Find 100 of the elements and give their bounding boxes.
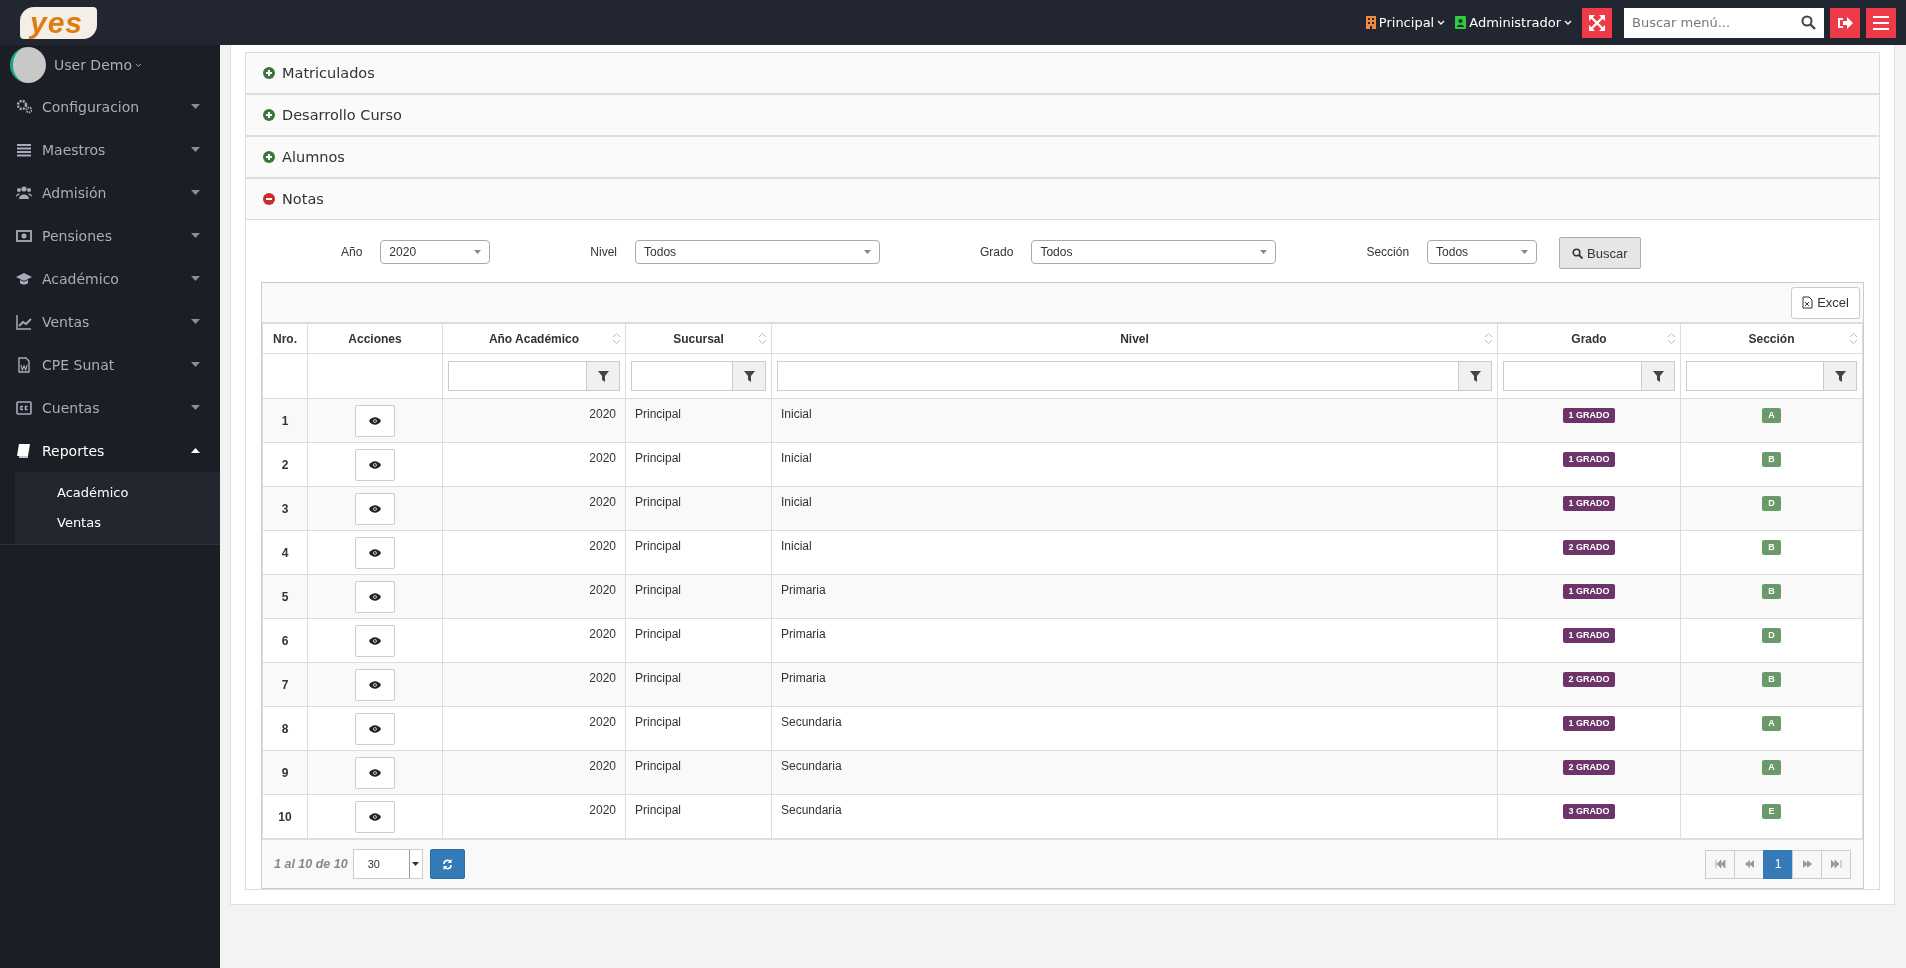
branch-dropdown[interactable]: Principal: [1365, 15, 1446, 30]
view-button[interactable]: [355, 536, 395, 569]
view-button[interactable]: [355, 492, 395, 525]
sidebar-item[interactable]: CPE Sunat: [0, 343, 220, 386]
refresh-button[interactable]: [429, 849, 465, 879]
list-icon: [16, 141, 32, 158]
grade-badge: 2 GRADO: [1563, 540, 1615, 555]
submenu-item[interactable]: Académico: [15, 478, 220, 508]
accordion-header[interactable]: Desarrollo Curso: [246, 95, 1879, 136]
column-filter-field[interactable]: [1686, 361, 1823, 391]
sidebar-item[interactable]: Maestros: [0, 128, 220, 171]
sort-icon: [758, 332, 767, 345]
role-dropdown[interactable]: Administrador: [1455, 15, 1572, 30]
caret-down-icon: [412, 862, 420, 866]
table-cell: Principal: [635, 803, 682, 817]
accordion-header[interactable]: Matriculados: [246, 53, 1879, 94]
page-size-select[interactable]: 30: [352, 849, 423, 879]
filter-label: Nivel: [590, 245, 618, 259]
table-cell: Inicial: [781, 451, 812, 465]
filter-select[interactable]: 2020: [380, 240, 491, 264]
filter-select[interactable]: Todos: [1427, 240, 1538, 264]
table-cell: Principal: [635, 759, 682, 773]
graduation-cap-icon: [16, 270, 32, 287]
table-cell: 2020: [589, 715, 616, 729]
caret-down-icon: [191, 319, 200, 324]
first-page-icon: [1714, 860, 1726, 868]
eye-icon: [369, 504, 381, 513]
grade-badge: 3 GRADO: [1563, 804, 1615, 819]
sidebar-item[interactable]: Admisión: [0, 171, 220, 214]
sidebar-item[interactable]: Configuracion: [0, 85, 220, 128]
view-button[interactable]: [355, 580, 395, 613]
eye-icon: [369, 680, 381, 689]
sidebar-item[interactable]: Ventas: [0, 300, 220, 343]
column-filter-field[interactable]: [448, 361, 586, 391]
filter-button[interactable]: [1641, 361, 1675, 391]
column-filter-field[interactable]: [631, 361, 732, 391]
previous-page-button[interactable]: [1734, 849, 1764, 879]
sort-icon: [612, 332, 621, 345]
sidebar-item[interactable]: Pensiones: [0, 214, 220, 257]
view-button[interactable]: [355, 668, 395, 701]
table-cell: Principal: [635, 407, 682, 421]
filter-label: Grado: [980, 245, 1014, 259]
table-cell: 2020: [589, 495, 616, 509]
eye-icon: [369, 460, 381, 469]
banknote-icon: [16, 227, 32, 244]
column-filter-field[interactable]: [1503, 361, 1641, 391]
excel-export-button[interactable]: Excel: [1791, 286, 1860, 319]
search-button[interactable]: Buscar: [1559, 237, 1641, 269]
grade-badge: 2 GRADO: [1563, 672, 1615, 687]
last-page-button[interactable]: [1821, 849, 1851, 879]
view-button[interactable]: [355, 624, 395, 657]
caret-down-icon: [191, 147, 200, 152]
table-cell: Principal: [635, 715, 682, 729]
sidebar-item[interactable]: Cuentas: [0, 386, 220, 429]
accordion-header[interactable]: Notas: [246, 179, 1879, 220]
chevron-down-icon: [134, 62, 142, 68]
row-number: 7: [281, 677, 289, 692]
eye-icon: [369, 636, 381, 645]
fullscreen-button[interactable]: [1582, 7, 1612, 38]
user-name-dropdown[interactable]: User Demo: [54, 57, 142, 73]
page-button[interactable]: 1: [1763, 849, 1793, 879]
filter-select[interactable]: Todos: [635, 240, 881, 264]
menu-button[interactable]: [1866, 7, 1896, 38]
table-cell: Inicial: [781, 407, 812, 421]
section-badge: A: [1762, 760, 1781, 775]
search-field[interactable]: Buscar menú...: [1624, 7, 1824, 38]
view-button[interactable]: [355, 448, 395, 481]
accordion-header[interactable]: Alumnos: [246, 137, 1879, 178]
submenu-item[interactable]: Ventas: [15, 508, 220, 538]
logout-button[interactable]: [1830, 7, 1860, 38]
filter-button[interactable]: [1458, 361, 1492, 391]
grade-badge: 1 GRADO: [1563, 628, 1615, 643]
first-page-button[interactable]: [1705, 849, 1735, 879]
gears-icon: [16, 98, 32, 115]
view-button[interactable]: [355, 404, 395, 437]
section-badge: A: [1762, 408, 1781, 423]
caret-down-icon: [191, 362, 200, 367]
view-button[interactable]: [355, 756, 395, 789]
eye-icon: [369, 724, 381, 733]
column-header[interactable]: Sucursal: [673, 331, 724, 346]
caret-down-icon: [191, 233, 200, 238]
next-page-button[interactable]: [1792, 849, 1822, 879]
view-button[interactable]: [355, 800, 395, 833]
column-header[interactable]: Grado: [1571, 331, 1607, 346]
column-header: Nro.: [273, 331, 297, 346]
column-header[interactable]: Sección: [1748, 331, 1795, 346]
filter-button[interactable]: [586, 361, 620, 391]
view-button[interactable]: [355, 712, 395, 745]
table-cell: Secundaria: [781, 759, 842, 773]
column-filter-field[interactable]: [777, 361, 1458, 391]
table-cell: 2020: [589, 671, 616, 685]
column-header[interactable]: Nivel: [1120, 331, 1149, 346]
filter-icon: [1652, 370, 1664, 382]
filter-select[interactable]: Todos: [1031, 240, 1277, 264]
table-cell: Principal: [635, 583, 682, 597]
sidebar-item[interactable]: Reportes: [0, 429, 220, 472]
sidebar-item[interactable]: Académico: [0, 257, 220, 300]
filter-button[interactable]: [732, 361, 766, 391]
sign-out-icon: [1837, 15, 1853, 30]
filter-button[interactable]: [1823, 361, 1857, 391]
